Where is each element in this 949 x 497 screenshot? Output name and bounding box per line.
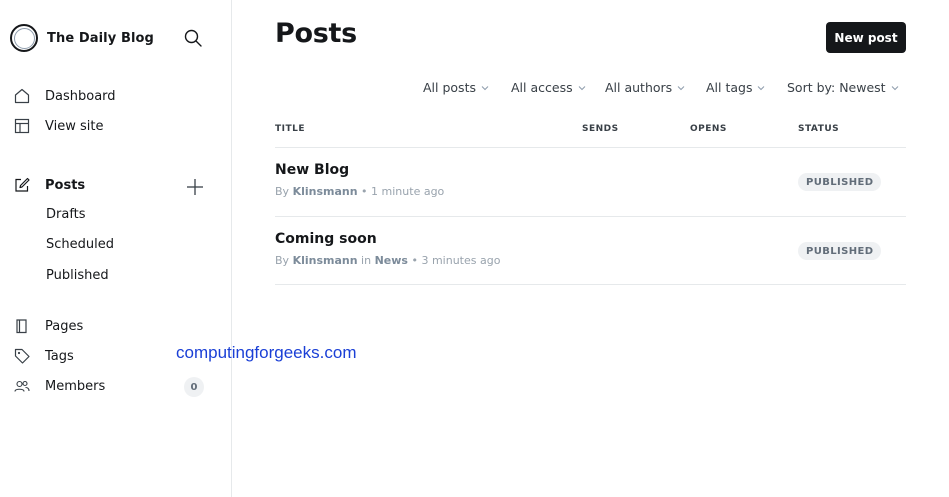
nav-members-label: Members xyxy=(45,378,106,394)
filter-all-tags[interactable]: All tags xyxy=(706,80,765,95)
sidebar: The Daily Blog Dashboard View site Posts… xyxy=(0,0,232,497)
column-header-opens: OPENS xyxy=(690,124,727,134)
post-by: By xyxy=(275,185,290,198)
edit-icon xyxy=(12,175,32,195)
nav-view-site[interactable]: View site xyxy=(12,115,103,137)
chevron-down-icon xyxy=(758,85,765,90)
filter-all-authors[interactable]: All authors xyxy=(605,80,685,95)
tag-icon xyxy=(12,346,32,366)
post-time: • 1 minute ago xyxy=(357,185,445,198)
column-header-title: TITLE xyxy=(275,124,306,134)
nav-posts-label: Posts xyxy=(45,177,86,193)
nav-scheduled[interactable]: Scheduled xyxy=(46,235,114,255)
brand[interactable]: The Daily Blog xyxy=(10,24,154,52)
post-title: New Blog xyxy=(275,162,350,178)
layout-icon xyxy=(12,116,32,136)
post-meta: By Klinsmann in News • 3 minutes ago xyxy=(275,254,500,267)
post-time: • 3 minutes ago xyxy=(407,254,501,267)
nav-pages-label: Pages xyxy=(45,318,84,334)
filter-all-posts-label: All posts xyxy=(423,80,476,95)
table-row[interactable]: New Blog By Klinsmann • 1 minute ago PUB… xyxy=(275,148,906,216)
filter-all-authors-label: All authors xyxy=(605,80,673,95)
post-title: Coming soon xyxy=(275,231,377,247)
chevron-down-icon xyxy=(891,85,898,90)
nav-dashboard[interactable]: Dashboard xyxy=(12,85,116,107)
nav-tags[interactable]: Tags xyxy=(12,345,74,367)
nav-pages[interactable]: Pages xyxy=(12,315,83,337)
nav-tags-label: Tags xyxy=(45,348,74,364)
filter-all-access-label: All access xyxy=(511,80,573,95)
home-icon xyxy=(12,86,32,106)
filter-all-posts[interactable]: All posts xyxy=(423,80,489,95)
nav-members[interactable]: Members xyxy=(12,375,105,397)
new-post-button[interactable]: New post xyxy=(826,22,906,53)
post-author: Klinsmann xyxy=(292,185,358,198)
nav-published[interactable]: Published xyxy=(46,266,109,286)
post-meta: By Klinsmann • 1 minute ago xyxy=(275,185,444,198)
nav-drafts[interactable]: Drafts xyxy=(46,205,86,225)
column-header-status: STATUS xyxy=(798,124,840,134)
members-count-badge: 0 xyxy=(184,377,204,397)
post-author: Klinsmann xyxy=(292,254,358,267)
page-icon xyxy=(12,316,32,336)
status-badge: PUBLISHED xyxy=(798,242,882,260)
chevron-down-icon xyxy=(578,85,585,90)
chevron-down-icon xyxy=(677,85,685,90)
post-tag: News xyxy=(374,254,408,267)
add-post-icon[interactable] xyxy=(184,176,206,198)
watermark-text: computingforgeeks.com xyxy=(176,343,357,362)
search-icon[interactable] xyxy=(183,28,203,48)
table-divider xyxy=(275,284,906,285)
filter-all-tags-label: All tags xyxy=(706,80,753,95)
site-logo xyxy=(10,24,38,52)
chevron-down-icon xyxy=(481,85,489,90)
sort-select[interactable]: Sort by: Newest xyxy=(787,80,899,95)
status-badge: PUBLISHED xyxy=(798,173,882,191)
members-icon xyxy=(12,376,32,396)
filter-all-access[interactable]: All access xyxy=(511,80,586,95)
table-row[interactable]: Coming soon By Klinsmann in News • 3 min… xyxy=(275,217,906,285)
nav-dashboard-label: Dashboard xyxy=(45,88,116,104)
page-title: Posts xyxy=(275,18,357,49)
column-header-sends: SENDS xyxy=(582,124,619,134)
sort-select-label: Sort by: Newest xyxy=(787,80,886,95)
site-title: The Daily Blog xyxy=(47,30,154,46)
post-in: in xyxy=(357,254,375,267)
post-by: By xyxy=(275,254,290,267)
nav-view-site-label: View site xyxy=(45,118,104,134)
nav-posts[interactable]: Posts xyxy=(12,174,85,196)
